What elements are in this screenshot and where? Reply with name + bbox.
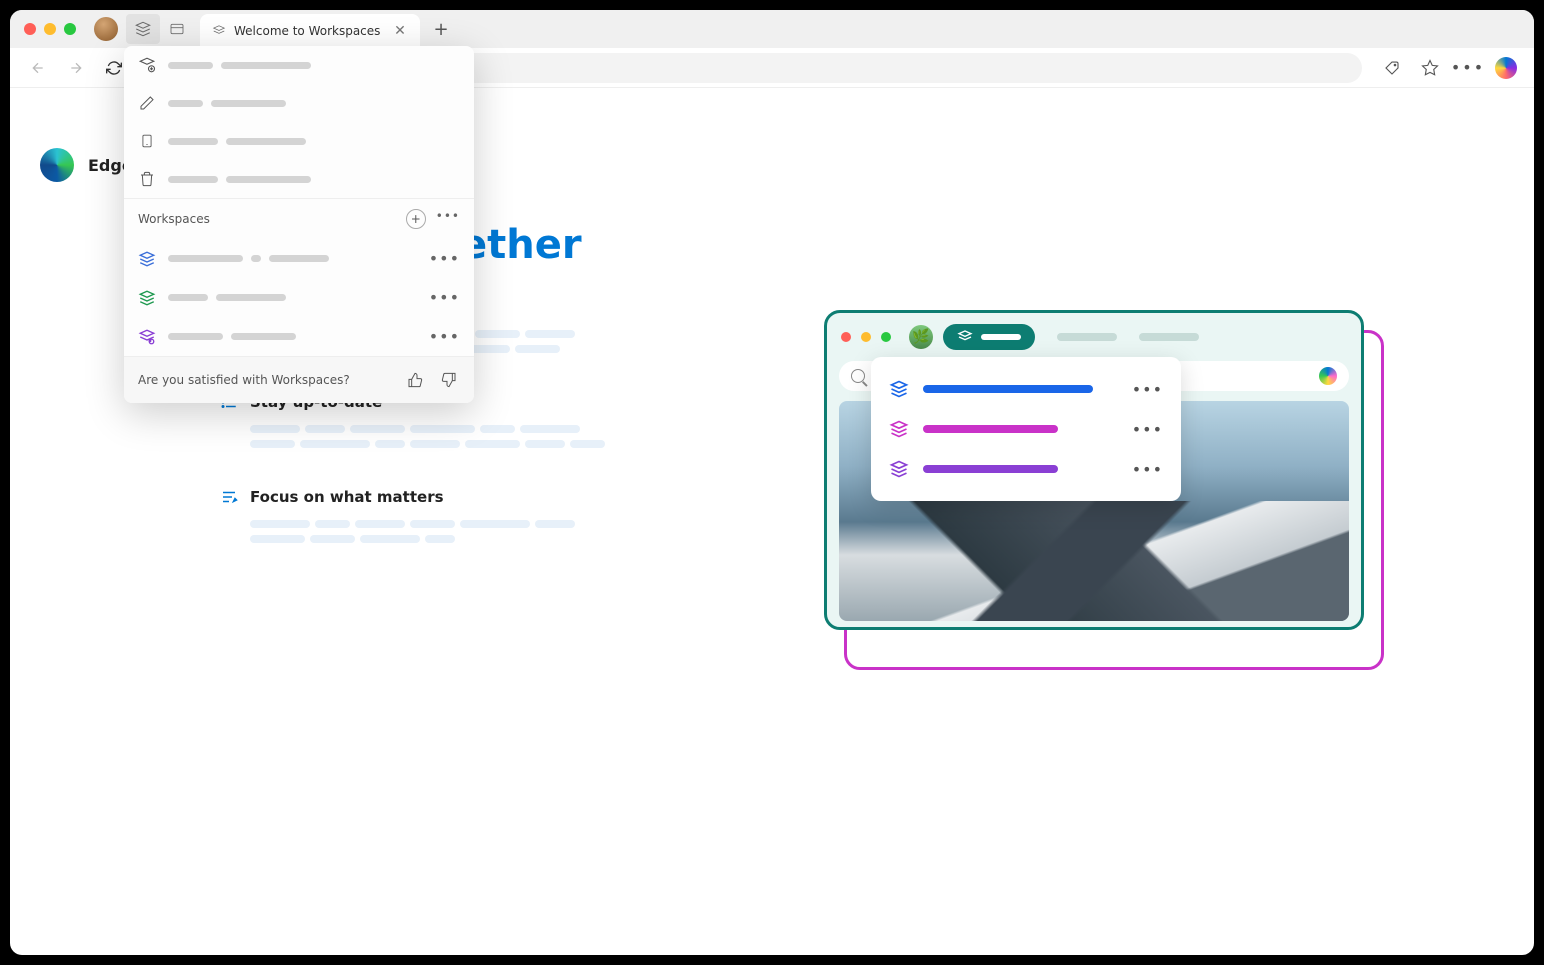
add-workspace-button[interactable]: +: [406, 209, 426, 229]
edge-logo-icon: [40, 148, 74, 182]
refresh-icon: [106, 60, 122, 76]
section-more-button[interactable]: •••: [436, 209, 460, 229]
more-icon: •••: [1451, 58, 1485, 77]
workspace-item[interactable]: •••: [124, 317, 474, 356]
thumbs-down-icon: [441, 372, 457, 388]
favorites-button[interactable]: [1414, 52, 1446, 84]
illus-avatar-icon: 🌿: [909, 325, 933, 349]
maximize-window-button[interactable]: [64, 23, 76, 35]
workspace-more-button[interactable]: •••: [429, 288, 460, 307]
workspaces-icon: [212, 24, 226, 38]
thumbs-up-button[interactable]: [404, 369, 426, 391]
arrow-left-icon: [30, 60, 46, 76]
illus-workspace-row: •••: [871, 409, 1181, 449]
shopping-button[interactable]: [1376, 52, 1408, 84]
workspace-item[interactable]: •••: [124, 239, 474, 278]
illus-workspace-pill: [943, 324, 1035, 350]
workspace-more-button[interactable]: •••: [429, 249, 460, 268]
workspace-icon: [138, 250, 156, 268]
workspace-icon: [138, 289, 156, 307]
more-icon: •••: [1132, 460, 1163, 479]
workspaces-button[interactable]: [126, 14, 160, 44]
illus-tab-placeholder: [1057, 333, 1117, 341]
placeholder-text: [250, 425, 620, 448]
focus-icon: [220, 488, 238, 506]
manage-icon: [138, 56, 156, 74]
workspace-shared-icon: [138, 328, 156, 346]
dropdown-item-open[interactable]: [124, 122, 474, 160]
illus-workspace-row: •••: [871, 449, 1181, 489]
workspaces-icon: [134, 20, 152, 38]
workspace-icon: [889, 419, 909, 439]
more-icon: •••: [1132, 420, 1163, 439]
arrow-right-icon: [68, 60, 84, 76]
dropdown-item-delete[interactable]: [124, 160, 474, 198]
illus-minimize-icon: [861, 332, 871, 342]
browser-window: Welcome to Workspaces ✕ + •••: [10, 10, 1534, 955]
thumbs-down-button[interactable]: [438, 369, 460, 391]
feedback-question: Are you satisfied with Workspaces?: [138, 373, 350, 387]
tab-icon: [169, 21, 185, 37]
feature-item: Focus on what matters: [220, 488, 620, 543]
illus-workspace-popup: ••• ••• •••: [871, 357, 1181, 501]
more-icon: •••: [1132, 380, 1163, 399]
forward-button[interactable]: [60, 52, 92, 84]
star-icon: [1421, 59, 1439, 77]
tag-icon: [1383, 59, 1401, 77]
titlebar: Welcome to Workspaces ✕ +: [10, 10, 1534, 48]
workspaces-icon: [957, 329, 973, 345]
workspace-icon: [889, 459, 909, 479]
workspaces-dropdown: Workspaces + ••• ••• ••• ••• Are you sat…: [124, 46, 474, 403]
search-icon: [851, 369, 865, 383]
profile-avatar[interactable]: [94, 17, 118, 41]
window-controls: [24, 23, 76, 35]
close-window-button[interactable]: [24, 23, 36, 35]
feature-title: Focus on what matters: [250, 488, 444, 506]
menu-button[interactable]: •••: [1452, 52, 1484, 84]
back-button[interactable]: [22, 52, 54, 84]
hero-heading-fragment: ether: [460, 222, 1504, 268]
minimize-window-button[interactable]: [44, 23, 56, 35]
workspace-item[interactable]: •••: [124, 278, 474, 317]
illus-close-icon: [841, 332, 851, 342]
tab-title: Welcome to Workspaces: [234, 24, 380, 38]
trash-icon: [138, 170, 156, 188]
workspace-more-button[interactable]: •••: [429, 327, 460, 346]
copilot-icon: [1319, 367, 1337, 385]
illus-row-label: [923, 385, 1093, 393]
workspace-icon: [889, 379, 909, 399]
illus-row-label: [923, 425, 1058, 433]
dropdown-item-edit[interactable]: [124, 84, 474, 122]
placeholder-text: [250, 520, 620, 543]
browser-tab[interactable]: Welcome to Workspaces ✕: [200, 14, 420, 48]
tab-close-button[interactable]: ✕: [392, 23, 408, 39]
new-tab-button[interactable]: +: [426, 14, 456, 44]
section-label: Workspaces: [138, 212, 210, 226]
tablet-icon: [138, 132, 156, 150]
illus-row-label: [923, 465, 1058, 473]
thumbs-up-icon: [407, 372, 423, 388]
dropdown-footer: Are you satisfied with Workspaces?: [124, 356, 474, 403]
hero-illustration: 🌿 •••: [824, 310, 1384, 670]
illus-workspace-row: •••: [871, 369, 1181, 409]
copilot-icon: [1495, 57, 1517, 79]
illus-tab-placeholder: [1139, 333, 1199, 341]
dropdown-item-manage[interactable]: [124, 46, 474, 84]
pencil-icon: [138, 94, 156, 112]
copilot-button[interactable]: [1490, 52, 1522, 84]
tab-actions-button[interactable]: [160, 14, 194, 44]
illustration-front-window: 🌿 •••: [824, 310, 1364, 630]
dropdown-section-header: Workspaces + •••: [124, 198, 474, 239]
illus-maximize-icon: [881, 332, 891, 342]
